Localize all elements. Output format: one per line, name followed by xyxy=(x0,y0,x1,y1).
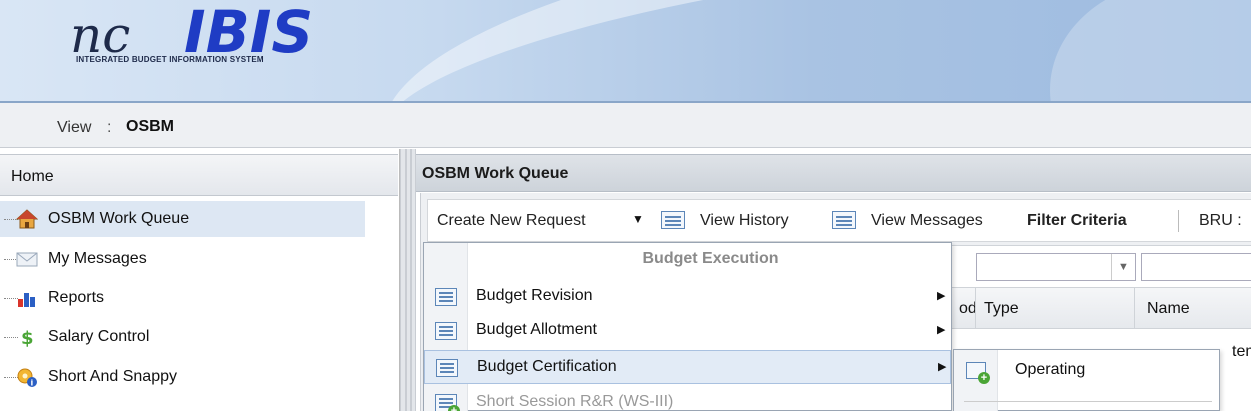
work-queue-toolbar: Create New Request ▼ View History View M… xyxy=(427,199,1251,242)
nav-item-label: OSBM Work Queue xyxy=(48,210,190,227)
menu-group-header: Budget Execution xyxy=(642,250,779,267)
bar-chart-icon xyxy=(18,293,35,307)
view-messages-icon[interactable] xyxy=(832,211,856,229)
chevron-down-icon[interactable]: ▼ xyxy=(1111,254,1135,280)
panel-splitter[interactable] xyxy=(400,149,416,411)
list-icon xyxy=(436,359,458,377)
work-queue-header: OSBM Work Queue xyxy=(416,154,1251,192)
view-value[interactable]: OSBM xyxy=(126,118,174,136)
nav-item-label: Salary Control xyxy=(48,328,150,345)
view-history-icon[interactable] xyxy=(661,211,685,229)
nav-item-my-messages[interactable]: My Messages xyxy=(0,241,365,277)
gear-info-icon: i xyxy=(17,368,37,388)
create-request-menu: Budget Execution Budget Revision ▶ Budge… xyxy=(423,242,952,411)
add-list-icon xyxy=(966,362,990,384)
menu-item-budget-revision[interactable]: Budget Revision ▶ xyxy=(424,280,951,314)
type-filter-combo[interactable]: ▼ xyxy=(976,253,1136,281)
bru-label: BRU : xyxy=(1199,212,1242,229)
create-new-request-button[interactable]: Create New Request xyxy=(437,212,586,230)
add-list-icon xyxy=(435,394,460,411)
menu-item-budget-allotment[interactable]: Budget Allotment ▶ xyxy=(424,314,951,348)
chevron-down-icon[interactable]: ▼ xyxy=(632,212,644,226)
work-queue-title: OSBM Work Queue xyxy=(422,165,569,182)
menu-item-label: Budget Certification xyxy=(477,358,617,375)
nav-item-salary-control[interactable]: $ Salary Control xyxy=(0,319,365,355)
home-icon xyxy=(16,209,38,229)
menu-item-short-session[interactable]: Short Session R&R (WS-III) xyxy=(424,386,951,411)
filter-criteria-label[interactable]: Filter Criteria xyxy=(1027,212,1127,230)
view-label: View xyxy=(57,119,92,136)
submenu-arrow-icon: ▶ xyxy=(937,290,946,302)
envelope-icon xyxy=(16,252,38,267)
nav-item-reports[interactable]: Reports xyxy=(0,280,365,316)
grid-cell-text: tems xyxy=(1232,343,1251,360)
budget-certification-submenu: Operating xyxy=(953,349,1220,411)
left-navigation-panel: Home OSBM Work Queue My Messages Reports… xyxy=(0,149,400,411)
nav-item-label: Reports xyxy=(48,289,105,306)
menu-item-label: Short Session R&R (WS-III) xyxy=(476,393,674,410)
column-header-type[interactable]: Type xyxy=(984,300,1019,318)
nav-item-label: My Messages xyxy=(48,250,147,267)
svg-text:i: i xyxy=(31,379,34,388)
list-icon xyxy=(435,288,457,306)
left-panel-header[interactable]: Home xyxy=(0,154,398,196)
view-bar: View : OSBM xyxy=(0,103,1251,148)
left-panel-title: Home xyxy=(11,168,54,185)
nav-item-short-and-snappy[interactable]: i Short And Snappy xyxy=(0,359,365,395)
menu-item-budget-certification[interactable]: Budget Certification ▶ xyxy=(424,350,951,384)
view-separator: : xyxy=(107,119,112,136)
menu-item-label: Budget Revision xyxy=(476,287,593,304)
nav-item-label: Short And Snappy xyxy=(48,368,177,385)
name-filter-input[interactable] xyxy=(1141,253,1251,281)
list-icon xyxy=(435,322,457,340)
submenu-item-label: Operating xyxy=(1015,361,1086,378)
submenu-arrow-icon: ▶ xyxy=(937,324,946,336)
toolbar-divider xyxy=(1178,210,1179,232)
logo-subtitle: INTEGRATED BUDGET INFORMATION SYSTEM xyxy=(76,55,264,64)
view-history-button[interactable]: View History xyxy=(700,212,789,230)
header-banner: nc IBIS INTEGRATED BUDGET INFORMATION SY… xyxy=(0,0,1251,101)
dollar-icon: $ xyxy=(21,328,34,347)
svg-text:$: $ xyxy=(21,328,34,347)
column-header-name[interactable]: Name xyxy=(1147,300,1190,318)
nav-item-osbm-work-queue[interactable]: OSBM Work Queue xyxy=(0,201,365,237)
menu-divider xyxy=(964,401,1212,402)
view-messages-button[interactable]: View Messages xyxy=(871,212,983,230)
submenu-arrow-icon: ▶ xyxy=(938,361,947,373)
menu-item-label: Budget Allotment xyxy=(476,321,597,338)
submenu-item-operating[interactable]: Operating xyxy=(954,353,1219,387)
